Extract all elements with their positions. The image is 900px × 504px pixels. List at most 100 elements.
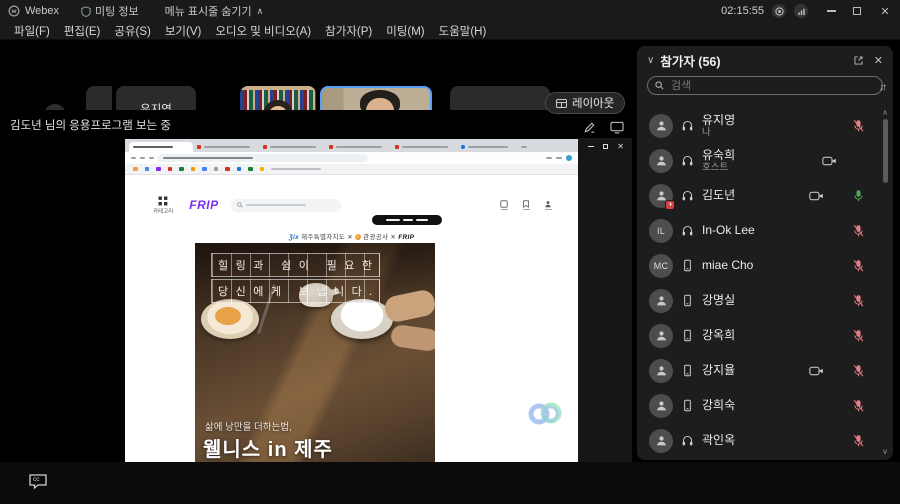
close-window-button[interactable]: ✕ (870, 5, 900, 18)
app-name: Webex (25, 5, 60, 17)
avatar (649, 428, 673, 453)
poster-image: 힐링과 쉼이 필요한 당신에게 보냅니다. 삶에 낭만을 더하는법, 웰니스 i… (195, 243, 435, 462)
avatar (649, 358, 673, 383)
frip-search-field (230, 198, 341, 212)
headset-icon (681, 189, 694, 202)
annotate-pen-icon (584, 122, 595, 133)
participant-row[interactable]: 강지율 (637, 353, 883, 388)
browser-tab (457, 142, 517, 152)
record-indicator-icon[interactable] (772, 4, 786, 18)
mic-muted-icon (852, 434, 865, 447)
webex-logo: Webex (8, 5, 59, 17)
person-icon (656, 156, 666, 166)
person-icon (656, 296, 666, 306)
org-emblem (355, 234, 362, 240)
avatar (649, 393, 673, 418)
menu-help[interactable]: 도움말(H) (439, 23, 487, 39)
grid-icon (158, 196, 168, 205)
person-icon (656, 436, 666, 446)
menu-edit[interactable]: 편집(E) (64, 23, 101, 39)
participant-row[interactable]: MC miae Cho (637, 248, 883, 283)
headset-icon (681, 119, 694, 132)
phone-icon (681, 294, 694, 307)
partner-logos: Ʒix 제주특별자치도 ✕ 관광공사 ✕ FRIP (288, 234, 415, 241)
participant-row[interactable]: 강옥희 (637, 318, 883, 353)
participant-row[interactable]: 강명실 (637, 283, 883, 318)
menubar: 파일(F) 편집(E) 공유(S) 보기(V) 오디오 및 비디오(A) 참가자… (0, 22, 900, 40)
frip-saved-icon (522, 200, 530, 211)
closed-captions-button[interactable]: cc (28, 473, 48, 490)
participant-row[interactable]: 곽인옥 (637, 423, 883, 458)
video-filmstrip: ‹ 유지영 나 김도년 정류림 › 레이아 (0, 40, 632, 146)
close-panel-button[interactable]: ✕ (874, 54, 883, 67)
collapse-chevron-icon[interactable]: ∨ (647, 55, 654, 66)
close-icon: ✕ (873, 54, 883, 67)
browser-addressbar (125, 152, 578, 164)
frip-site-header: 카테고리 FRIP (125, 187, 578, 223)
layout-grid-icon (556, 98, 567, 108)
menu-meeting[interactable]: 미팅(M) (386, 23, 424, 39)
menu-share[interactable]: 공유(S) (114, 23, 151, 39)
participants-title: 참가자 (56) (660, 54, 721, 69)
mic-muted-icon (852, 364, 865, 377)
menu-audio-video[interactable]: 오디오 및 비디오(A) (215, 23, 311, 39)
participant-row[interactable]: 김도년 (637, 178, 883, 213)
sort-icon: ↓↑ (879, 82, 887, 93)
menu-view[interactable]: 보기(V) (165, 23, 202, 39)
frip-logo: FRIP (189, 198, 219, 212)
headset-icon (681, 434, 694, 447)
participant-row[interactable]: 유숙희 호스트 (637, 143, 883, 178)
browser-tab (259, 142, 325, 152)
headset-icon (681, 224, 694, 237)
frip-profile-icon (544, 200, 552, 211)
participant-row[interactable]: 유지영 나 (637, 108, 883, 143)
avatar (649, 323, 673, 348)
meeting-timer: 02:15:55 (721, 5, 764, 17)
search-input[interactable] (669, 78, 875, 93)
participant-row[interactable]: IL In-Ok Lee (637, 213, 883, 248)
url-field (158, 154, 368, 162)
mic-muted-icon (852, 329, 865, 342)
avatar (649, 148, 673, 173)
popout-icon (854, 55, 863, 65)
hide-menubar-button[interactable]: 메뉴 표시줄 숨기기 ∧ (165, 3, 264, 19)
tea-bowl (331, 299, 393, 339)
monitor-icon (610, 121, 624, 134)
frip-tooltip (372, 215, 442, 225)
scrollbar[interactable]: ∧ ∨ (880, 108, 890, 456)
sort-participants-button[interactable]: ↓↑ (879, 82, 887, 93)
scrollbar-thumb[interactable] (882, 119, 888, 183)
person-icon (656, 331, 666, 341)
background-window: ✕ (578, 138, 632, 462)
participant-row[interactable]: 강희숙 (637, 388, 883, 423)
avatar (649, 113, 673, 138)
camera-on-icon (822, 155, 837, 167)
scroll-up-icon[interactable]: ∧ (882, 108, 888, 117)
meeting-info-button[interactable]: 미팅 정보 (81, 3, 139, 19)
bottom-toolbar: cc 음소거 해제 ∨ 비디오 시작 ∨ 공유 + (0, 462, 900, 504)
participants-panel: ∨ 참가자 (56) ✕ ↓↑ 유지영나 유숙희호스트 (637, 46, 893, 460)
frip-notice-icon (500, 200, 508, 211)
viewing-status-text: 김도년 님의 응용프로그램 보는 중 (10, 120, 171, 132)
shield-icon (81, 5, 91, 17)
phone-icon (681, 329, 694, 342)
menu-file[interactable]: 파일(F) (14, 23, 50, 39)
participants-list: 유지영 나 유숙희 호스트 김도년 IL In-Ok Lee MC miae C… (637, 108, 883, 458)
mic-muted-icon (852, 224, 865, 237)
search-icon (236, 202, 243, 208)
browser-tab (193, 142, 259, 152)
mic-on-icon (852, 189, 865, 202)
participants-panel-header: ∨ 참가자 (56) ✕ (637, 46, 893, 74)
browser-bookmarks-bar (125, 164, 578, 175)
menu-participants[interactable]: 참가자(P) (325, 23, 372, 39)
annotate-button[interactable] (583, 121, 596, 134)
scroll-down-icon[interactable]: ∨ (882, 447, 888, 456)
connection-quality-icon[interactable] (794, 4, 808, 18)
person-icon (656, 401, 666, 411)
minimize-button[interactable] (818, 10, 844, 12)
avatar-initials: IL (649, 218, 673, 243)
layout-button[interactable]: 레이아웃 (545, 92, 626, 114)
view-options-button[interactable] (610, 121, 624, 134)
popout-panel-button[interactable] (853, 55, 864, 66)
maximize-button[interactable] (844, 7, 870, 15)
